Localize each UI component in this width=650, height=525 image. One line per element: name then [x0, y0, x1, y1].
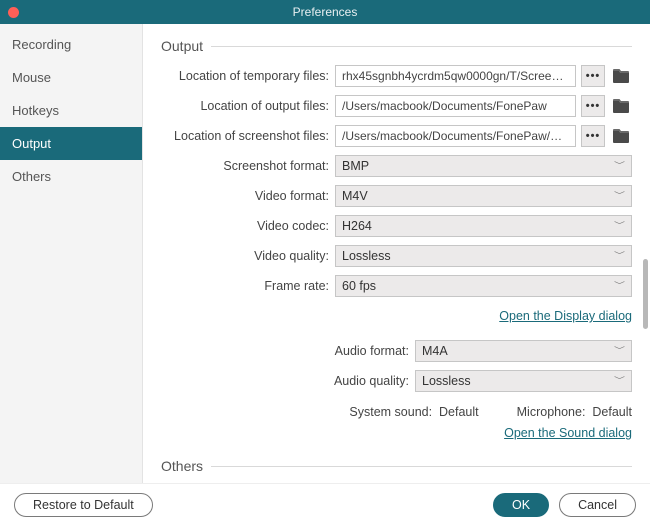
temp-files-more-button[interactable]: •••: [581, 65, 605, 87]
label-output-files: Location of output files:: [161, 99, 335, 113]
ok-button[interactable]: OK: [493, 493, 549, 517]
folder-icon: [612, 129, 630, 143]
sidebar-item-mouse[interactable]: Mouse: [0, 61, 142, 94]
video-quality-select[interactable]: Lossless﹀: [335, 245, 632, 267]
temp-files-folder-button[interactable]: [610, 65, 632, 87]
section-others-heading: Others: [161, 458, 632, 474]
chevron-down-icon: ﹀: [614, 159, 625, 173]
screenshot-files-folder-button[interactable]: [610, 125, 632, 147]
label-video-codec: Video codec:: [161, 219, 335, 233]
footer: Restore to Default OK Cancel: [0, 483, 650, 525]
sidebar-item-recording[interactable]: Recording: [0, 28, 142, 61]
screenshot-files-input[interactable]: /Users/macbook/Documents/FonePaw/Snapsho…: [335, 125, 576, 147]
open-display-dialog-link[interactable]: Open the Display dialog: [499, 309, 632, 323]
microphone-value: Default: [592, 405, 632, 419]
audio-device-row: System sound: Default Microphone: Defaul…: [161, 399, 632, 421]
label-video-quality: Video quality:: [161, 249, 335, 263]
label-screenshot-format: Screenshot format:: [161, 159, 335, 173]
restore-default-button[interactable]: Restore to Default: [14, 493, 153, 517]
output-files-folder-button[interactable]: [610, 95, 632, 117]
label-temp-files: Location of temporary files:: [161, 69, 335, 83]
folder-icon: [612, 69, 630, 83]
section-output-heading: Output: [161, 38, 632, 54]
chevron-down-icon: ﹀: [614, 189, 625, 203]
label-audio-quality: Audio quality:: [161, 374, 415, 388]
folder-icon: [612, 99, 630, 113]
chevron-down-icon: ﹀: [614, 279, 625, 293]
frame-rate-select[interactable]: 60 fps﹀: [335, 275, 632, 297]
chevron-down-icon: ﹀: [614, 219, 625, 233]
label-audio-format: Audio format:: [161, 344, 415, 358]
chevron-down-icon: ﹀: [614, 344, 625, 358]
sidebar-item-others[interactable]: Others: [0, 160, 142, 193]
window-title: Preferences: [0, 5, 650, 19]
audio-format-select[interactable]: M4A﹀: [415, 340, 632, 362]
video-format-select[interactable]: M4V﹀: [335, 185, 632, 207]
label-video-format: Video format:: [161, 189, 335, 203]
video-codec-select[interactable]: H264﹀: [335, 215, 632, 237]
system-sound-value: Default: [439, 405, 479, 419]
sidebar: Recording Mouse Hotkeys Output Others: [0, 24, 143, 483]
temp-files-input[interactable]: rhx45sgnbh4ycrdm5qw0000gn/T/Screen Recor…: [335, 65, 576, 87]
chevron-down-icon: ﹀: [614, 249, 625, 263]
open-sound-dialog-link[interactable]: Open the Sound dialog: [504, 426, 632, 440]
label-screenshot-files: Location of screenshot files:: [161, 129, 335, 143]
scrollbar-thumb[interactable]: [643, 259, 648, 329]
screenshot-format-select[interactable]: BMP﹀: [335, 155, 632, 177]
chevron-down-icon: ﹀: [614, 374, 625, 388]
output-files-more-button[interactable]: •••: [581, 95, 605, 117]
audio-quality-select[interactable]: Lossless﹀: [415, 370, 632, 392]
sidebar-item-output[interactable]: Output: [0, 127, 142, 160]
cancel-button[interactable]: Cancel: [559, 493, 636, 517]
label-frame-rate: Frame rate:: [161, 279, 335, 293]
output-files-input[interactable]: /Users/macbook/Documents/FonePaw: [335, 95, 576, 117]
content-pane: Output Location of temporary files: rhx4…: [143, 24, 650, 483]
sidebar-item-hotkeys[interactable]: Hotkeys: [0, 94, 142, 127]
screenshot-files-more-button[interactable]: •••: [581, 125, 605, 147]
titlebar: Preferences: [0, 0, 650, 24]
